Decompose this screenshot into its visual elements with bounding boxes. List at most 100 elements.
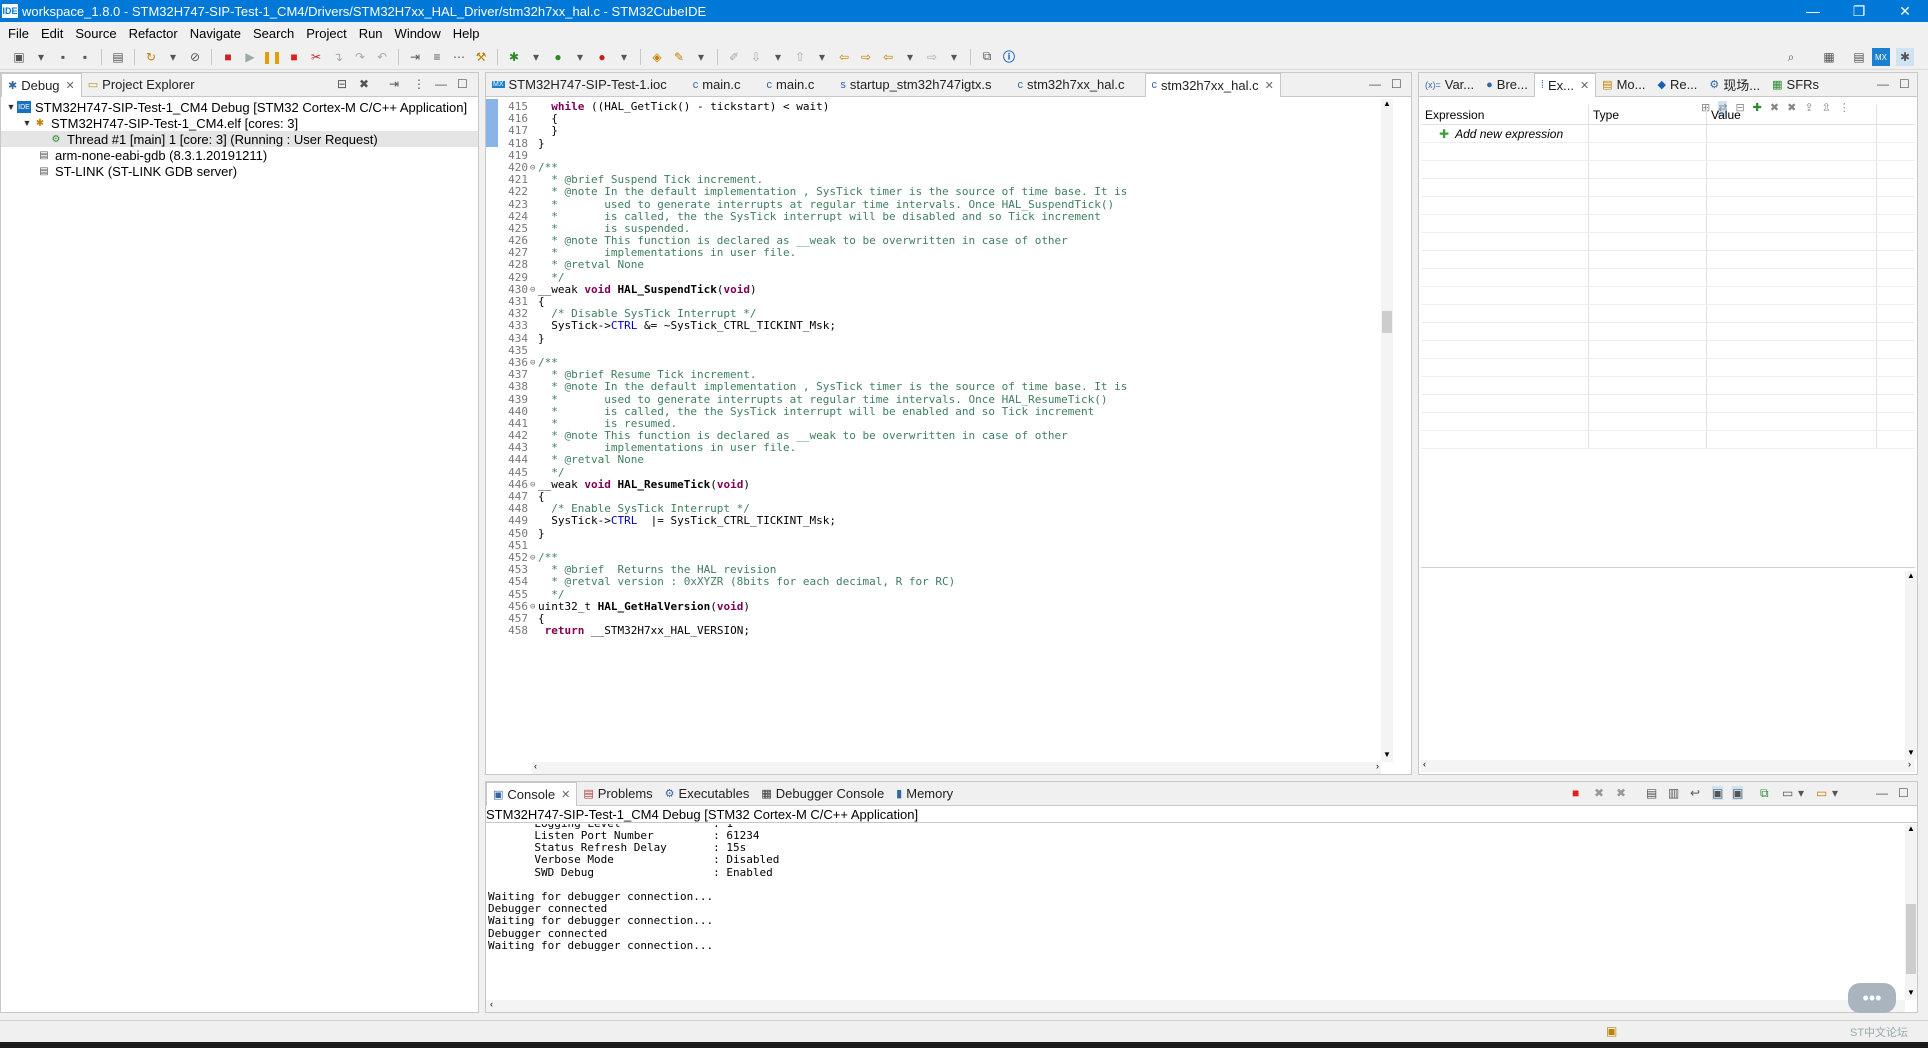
step-filters-icon[interactable]: ⇥ xyxy=(389,77,399,91)
show-on-error-icon[interactable]: ▣ xyxy=(1732,786,1744,800)
resume-icon[interactable]: ▶ xyxy=(241,48,259,66)
open-console-icon[interactable]: ▭ xyxy=(1816,786,1827,800)
close-icon[interactable]: ✕ xyxy=(561,788,570,801)
remove-launch-icon[interactable]: ✖ xyxy=(1594,786,1604,800)
collapse-all-icon[interactable]: ⊟ xyxy=(337,77,347,91)
close-icon[interactable]: ✕ xyxy=(66,79,75,92)
fold-icon[interactable]: ⊖ xyxy=(530,479,538,491)
tab-live-expressions[interactable]: ⚙ 现场... xyxy=(1703,73,1766,97)
search-icon[interactable]: ⌕ xyxy=(1782,48,1800,66)
minimize-icon[interactable]: — xyxy=(1369,77,1381,91)
minimize-icon[interactable]: — xyxy=(435,77,447,91)
code-line[interactable]: 417 } xyxy=(498,125,1206,137)
step-return-icon[interactable]: ↶ xyxy=(373,48,391,66)
instruction-stepping-icon[interactable]: ⇥ xyxy=(406,48,424,66)
disconnect-icon[interactable]: ✂ xyxy=(307,48,325,66)
close-icon[interactable]: ✕ xyxy=(1265,79,1274,92)
tab-modules[interactable]: ▤ Mo... xyxy=(1596,73,1651,97)
scroll-thumb[interactable] xyxy=(1382,311,1392,333)
suspend-icon[interactable]: ❚❚ xyxy=(262,48,282,66)
details-horizontal-scrollbar[interactable]: ‹ › xyxy=(1421,759,1915,772)
code-line[interactable]: 419 xyxy=(498,149,1206,162)
chevron-down-icon[interactable]: ▼ xyxy=(21,118,33,128)
terminate-icon[interactable]: ■ xyxy=(1572,786,1579,800)
code-line[interactable]: 415 while ((HAL_GetTick() - tickstart) <… xyxy=(498,101,1206,113)
close-button[interactable]: ✕ xyxy=(1882,0,1928,22)
tab-hal-c[interactable]: c stm32h7xx_hal.c xyxy=(1011,73,1130,97)
scroll-down-arrow[interactable]: ▼ xyxy=(1905,748,1917,760)
chevron-down-icon[interactable]: ▾ xyxy=(571,48,589,66)
fold-icon[interactable]: ⊖ xyxy=(530,552,538,564)
display-console-icon[interactable]: ▭ xyxy=(1782,786,1793,800)
tab-variables[interactable]: (x)= Var... xyxy=(1419,73,1480,97)
tab-problems[interactable]: ▤ Problems xyxy=(577,782,658,806)
add-expression-cell[interactable]: ✚ Add new expression xyxy=(1421,125,1589,142)
tab-debugger-console[interactable]: ▦ Debugger Console xyxy=(755,782,890,806)
code-line[interactable]: 458 return __STM32H7xx_HAL_VERSION; xyxy=(498,624,1206,637)
tree-node-process[interactable]: ▼ ✱ STM32H747-SIP-Test-1_CM4.elf [cores:… xyxy=(1,115,478,131)
tab-registers[interactable]: ◆ Re... xyxy=(1651,73,1703,97)
scroll-up-arrow[interactable]: ▲ xyxy=(1905,571,1917,583)
code-line[interactable]: 454 * @retval version : 0xXYZR (8bits fo… xyxy=(498,576,1206,588)
refresh-icon[interactable]: ↻ xyxy=(142,48,160,66)
terminate-relaunch-icon[interactable]: ■ xyxy=(219,48,237,66)
scroll-up-arrow[interactable]: ▲ xyxy=(1381,99,1393,111)
add-expression-row[interactable]: ✚ Add new expression xyxy=(1421,125,1915,143)
fold-icon[interactable]: ⊖ xyxy=(530,162,538,174)
chevron-down-icon[interactable]: ▾ xyxy=(1798,786,1804,800)
code-line[interactable]: 430 ⊖ __weak void HAL_SuspendTick(void) xyxy=(498,283,1206,296)
menu-refactor[interactable]: Refactor xyxy=(129,26,178,41)
tab-project-explorer[interactable]: ▭ Project Explorer xyxy=(82,73,201,97)
external-tools-icon[interactable]: ● xyxy=(593,48,611,66)
chevron-down-icon[interactable]: ▾ xyxy=(164,48,182,66)
chevron-down-icon[interactable]: ▾ xyxy=(527,48,545,66)
console-horizontal-scrollbar[interactable]: ‹ xyxy=(486,999,1905,1012)
show-on-output-icon[interactable]: ▣ xyxy=(1712,786,1724,800)
skip-breakpoints-icon[interactable]: ⊘ xyxy=(186,48,204,66)
menu-source[interactable]: Source xyxy=(75,26,116,41)
editor-vertical-scrollbar[interactable]: ▲ ▼ xyxy=(1381,99,1393,762)
editor-horizontal-scrollbar[interactable]: ‹ › xyxy=(532,761,1381,774)
step-over-icon[interactable]: ↷ xyxy=(351,48,369,66)
menu-run[interactable]: Run xyxy=(359,26,383,41)
tree-node-launch[interactable]: ▼ IDE STM32H747-SIP-Test-1_CM4 Debug [ST… xyxy=(1,99,478,115)
open-element-icon[interactable]: ◈ xyxy=(648,48,666,66)
word-wrap-icon[interactable]: ↩ xyxy=(1690,786,1700,800)
save-icon[interactable]: ▪ xyxy=(54,48,72,66)
fold-icon[interactable]: ⊖ xyxy=(530,284,538,296)
fold-icon[interactable]: ⊖ xyxy=(530,357,538,369)
restore-button[interactable]: ❐ xyxy=(1836,0,1882,22)
forum-chat-icon[interactable]: ••• xyxy=(1848,983,1896,1013)
scroll-right-arrow[interactable]: › xyxy=(1376,761,1379,771)
menu-search[interactable]: Search xyxy=(253,26,294,41)
code-line[interactable]: 433 SysTick->CTRL &= ~SysTick_CTRL_TICKI… xyxy=(498,320,1206,332)
minimize-button[interactable]: — xyxy=(1790,0,1836,22)
tab-expressions[interactable]: ⁞ Ex... ✕ xyxy=(1533,72,1597,97)
tab-main-c[interactable]: c main.c xyxy=(687,73,747,97)
clear-console-icon[interactable]: ▤ xyxy=(1646,786,1657,800)
code-line[interactable]: 451 xyxy=(498,539,1206,552)
maximize-icon[interactable]: ☐ xyxy=(457,77,468,91)
forward-icon[interactable]: ⇨ xyxy=(923,48,941,66)
debug-icon[interactable]: ✱ xyxy=(505,48,523,66)
chevron-down-icon[interactable]: ▾ xyxy=(615,48,633,66)
chevron-down-icon[interactable]: ▾ xyxy=(813,48,831,66)
scroll-down-arrow[interactable]: ▼ xyxy=(1905,988,1917,1000)
code-line[interactable]: 428 * @retval None xyxy=(498,259,1206,271)
forward-edit-icon[interactable]: ⇨ xyxy=(857,48,875,66)
pin-console-icon[interactable]: ⧉ xyxy=(1760,786,1769,801)
code-line[interactable]: 416 { xyxy=(498,112,1206,125)
code-line[interactable]: 450} xyxy=(498,527,1206,540)
tab-debug[interactable]: ✱ Debug ✕ xyxy=(1,72,82,97)
code-line[interactable]: 444 * @retval None xyxy=(498,454,1206,466)
mx-perspective-icon[interactable]: MX xyxy=(1872,48,1890,66)
details-vertical-scrollbar[interactable]: ▲ ▼ xyxy=(1905,571,1917,760)
build-icon[interactable]: ⚒ xyxy=(472,48,490,66)
tree-node-stlink[interactable]: ▤ ST-LINK (ST-LINK GDB server) xyxy=(1,163,478,179)
reset-icon[interactable]: ⋯ xyxy=(450,48,468,66)
tree-node-gdb[interactable]: ▤ arm-none-eabi-gdb (8.3.1.20191211) xyxy=(1,147,478,163)
scroll-up-arrow[interactable]: ▲ xyxy=(1905,824,1917,836)
scroll-right-arrow[interactable]: › xyxy=(1908,759,1911,769)
minimize-icon[interactable]: — xyxy=(1876,786,1888,800)
view-menu-icon[interactable]: ⋮ xyxy=(413,77,425,91)
